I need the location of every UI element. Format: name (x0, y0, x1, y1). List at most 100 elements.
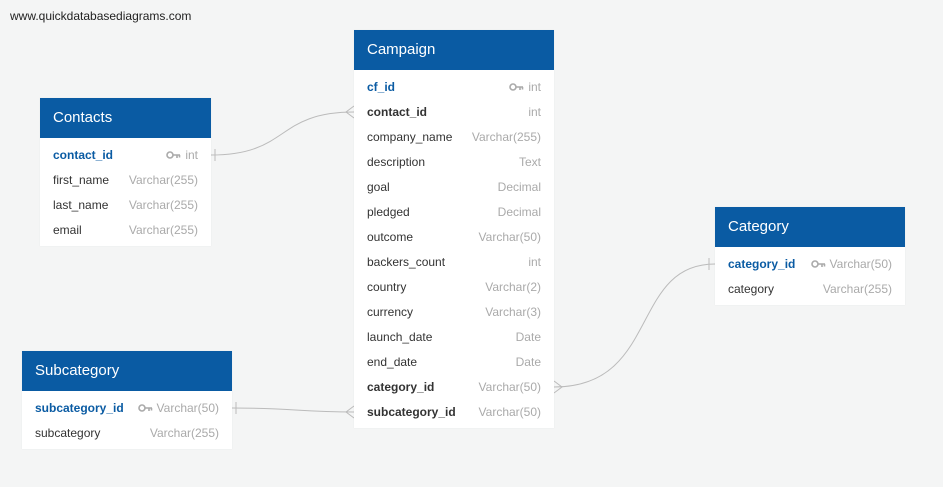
field-type-wrap: Text (519, 155, 541, 169)
field-name: cf_id (367, 79, 396, 94)
field-type-wrap: Varchar(50) (810, 256, 892, 271)
field-row[interactable]: subcategory_id Varchar(50) (22, 395, 232, 420)
field-type-wrap: Varchar(50) (479, 230, 541, 244)
field-type: Varchar(50) (156, 400, 219, 415)
field-row[interactable]: contact_id int (40, 142, 211, 167)
field-type-wrap: Varchar(50) (479, 380, 541, 394)
field-type: Varchar(255) (822, 281, 892, 296)
field-row[interactable]: category_id Varchar(50) (354, 374, 554, 399)
field-type-wrap: Varchar(255) (129, 173, 198, 187)
field-name: launch_date (367, 329, 433, 344)
field-row[interactable]: country Varchar(2) (354, 274, 554, 299)
field-row[interactable]: backers_count int (354, 249, 554, 274)
field-type-wrap: int (509, 80, 541, 94)
field-list: category_id Varchar(50) category Varchar(25… (715, 247, 905, 305)
field-name: company_name (367, 129, 453, 144)
field-type-wrap: int (166, 148, 198, 162)
field-row[interactable]: cf_id int (354, 74, 554, 99)
field-list: cf_id int contact_id int company_name Varchar… (354, 70, 554, 428)
field-row[interactable]: end_date Date (354, 349, 554, 374)
field-row[interactable]: subcategory_id Varchar(50) (354, 399, 554, 424)
table-campaign[interactable]: Campaign cf_id int contact_id int company_na… (354, 30, 554, 428)
field-name: goal (367, 179, 390, 194)
field-type: Varchar(50) (829, 256, 892, 271)
field-type-wrap: Varchar(255) (472, 130, 541, 144)
field-name: backers_count (367, 254, 446, 269)
field-list: contact_id int first_name Varchar(255) last_… (40, 138, 211, 246)
field-name: subcategory_id (35, 400, 124, 415)
field-type: int (185, 147, 198, 162)
field-row[interactable]: email Varchar(255) (40, 217, 211, 242)
field-row[interactable]: launch_date Date (354, 324, 554, 349)
field-name: first_name (53, 172, 110, 187)
field-row[interactable]: goal Decimal (354, 174, 554, 199)
field-name: contact_id (367, 104, 428, 119)
field-name: category_id (367, 379, 435, 394)
link-contacts-campaign (210, 111, 355, 156)
table-category[interactable]: Category category_id Varchar(50) category V… (715, 207, 905, 305)
field-name: pledged (367, 204, 410, 219)
field-type: int (528, 104, 541, 119)
field-list: subcategory_id Varchar(50) subcategory Varc… (22, 391, 232, 449)
field-row[interactable]: outcome Varchar(50) (354, 224, 554, 249)
field-row[interactable]: contact_id int (354, 99, 554, 124)
field-type: Varchar(255) (128, 222, 198, 237)
field-type-wrap: int (528, 255, 541, 269)
field-type-wrap: Varchar(3) (485, 305, 541, 319)
table-header[interactable]: Category (715, 207, 905, 247)
primary-key-icon (810, 259, 826, 268)
field-row[interactable]: last_name Varchar(255) (40, 192, 211, 217)
field-type: int (528, 254, 541, 269)
field-name: country (367, 279, 407, 294)
field-row[interactable]: subcategory Varchar(255) (22, 420, 232, 445)
primary-key-icon (166, 150, 181, 159)
field-name: end_date (367, 354, 418, 369)
field-name: category (728, 281, 775, 296)
field-row[interactable]: pledged Decimal (354, 199, 554, 224)
table-contacts[interactable]: Contacts contact_id int first_name Varchar(… (40, 98, 211, 246)
table-header[interactable]: Campaign (354, 30, 554, 70)
field-row[interactable]: currency Varchar(3) (354, 299, 554, 324)
field-type-wrap: Varchar(50) (479, 405, 541, 419)
field-name: email (53, 222, 82, 237)
field-type-wrap: Date (516, 330, 541, 344)
field-type-wrap: Varchar(255) (823, 282, 892, 296)
field-row[interactable]: first_name Varchar(255) (40, 167, 211, 192)
field-name: outcome (367, 229, 414, 244)
field-name: description (367, 154, 426, 169)
field-name: category_id (728, 256, 796, 271)
primary-key-icon (137, 403, 153, 412)
field-type: Decimal (497, 204, 541, 219)
field-type: Date (515, 329, 541, 344)
field-type-wrap: Varchar(255) (150, 426, 219, 440)
field-type: Varchar(50) (478, 229, 541, 244)
table-header[interactable]: Contacts (40, 98, 211, 138)
field-row[interactable]: company_name Varchar(255) (354, 124, 554, 149)
field-row[interactable]: description Text (354, 149, 554, 174)
link-subcategory-campaign (231, 407, 355, 413)
field-name: currency (367, 304, 414, 319)
field-type: Varchar(255) (149, 425, 219, 440)
field-type-wrap: Decimal (498, 180, 541, 194)
field-type: Decimal (497, 179, 541, 194)
field-name: subcategory (35, 425, 101, 440)
field-type: Varchar(255) (471, 129, 541, 144)
field-type-wrap: Varchar(2) (485, 280, 541, 294)
field-type: Date (515, 354, 541, 369)
primary-key-icon (509, 82, 524, 91)
field-type: Varchar(3) (485, 304, 541, 319)
field-type: Varchar(255) (128, 172, 198, 187)
field-row[interactable]: category Varchar(255) (715, 276, 905, 301)
field-type: Text (518, 154, 541, 169)
field-type: Varchar(50) (478, 404, 541, 419)
field-type: int (528, 79, 541, 94)
field-type: Varchar(2) (485, 279, 541, 294)
field-type-wrap: Date (516, 355, 541, 369)
field-type-wrap: Varchar(255) (129, 198, 198, 212)
field-row[interactable]: category_id Varchar(50) (715, 251, 905, 276)
table-header[interactable]: Subcategory (22, 351, 232, 391)
table-subcategory[interactable]: Subcategory subcategory_id Varchar(50) sub… (22, 351, 232, 449)
link-category-campaign (553, 263, 716, 388)
field-type: Varchar(50) (478, 379, 541, 394)
field-type-wrap: Varchar(50) (137, 400, 219, 415)
